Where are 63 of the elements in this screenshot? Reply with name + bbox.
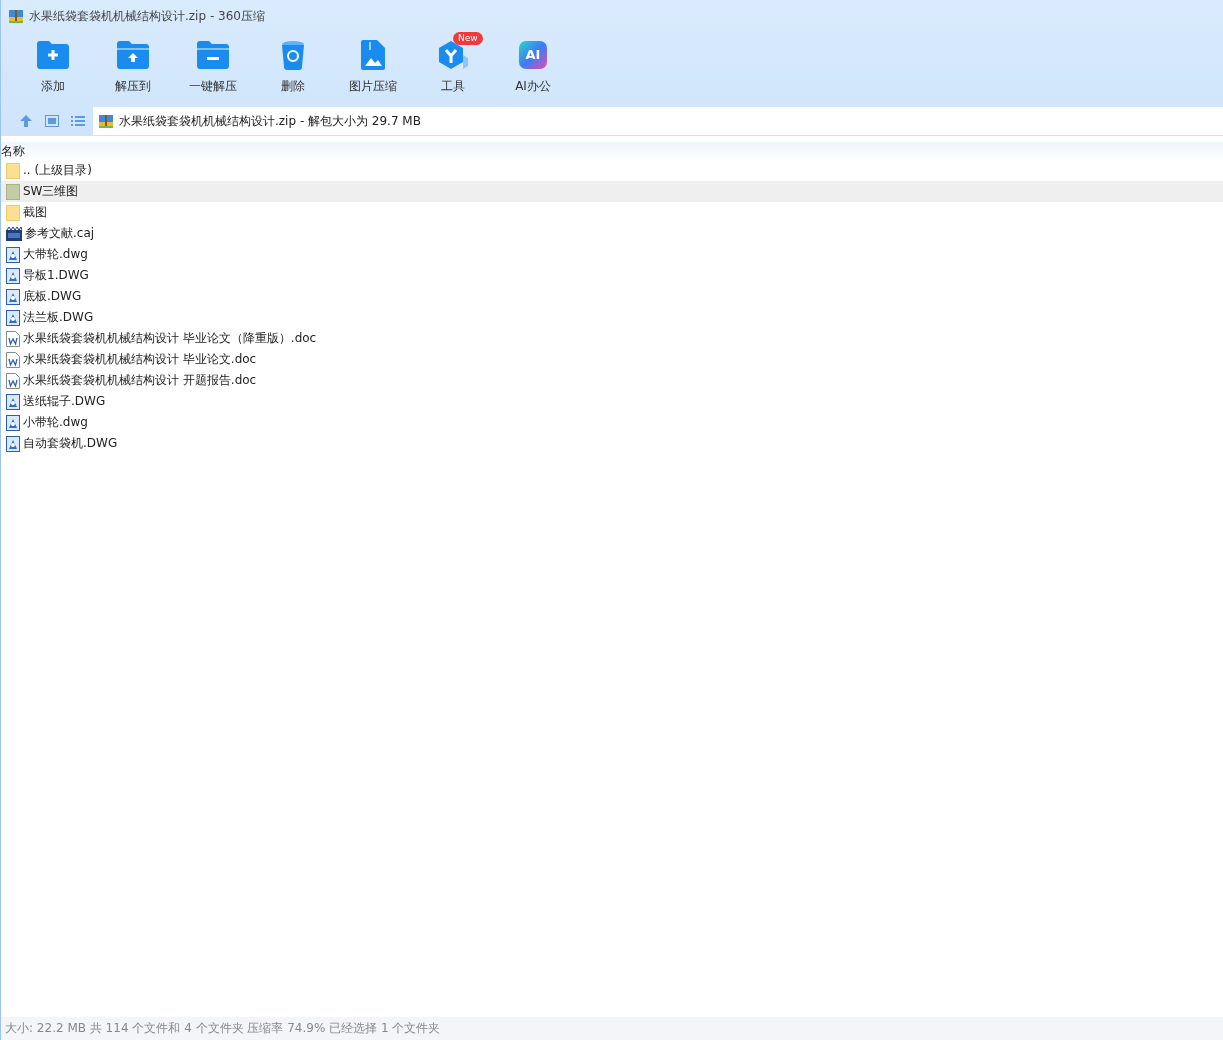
word-document-icon: [6, 372, 20, 389]
file-row[interactable]: 小带轮.dwg: [1, 412, 1223, 433]
file-name: 水果纸袋套袋机机械结构设计 开题报告.doc: [23, 372, 257, 389]
file-row[interactable]: 截图: [1, 202, 1223, 223]
file-row[interactable]: .. (上级目录): [1, 160, 1223, 181]
folder-icon: [6, 162, 20, 179]
drawing-file-icon: [6, 393, 20, 410]
folder-plus-icon: [37, 41, 69, 69]
folder-icon: [6, 183, 20, 200]
file-row[interactable]: 自动套袋机.DWG: [1, 433, 1223, 454]
file-row[interactable]: SW三维图: [1, 181, 1223, 202]
file-name: 大带轮.dwg: [23, 246, 88, 263]
toolbar-button[interactable]: 解压到: [93, 32, 173, 106]
drawing-file-icon: [6, 267, 20, 284]
drawing-file-icon: [6, 288, 20, 305]
drawing-file-icon: [6, 414, 20, 431]
drawing-file-icon: [6, 435, 20, 452]
file-name: 法兰板.DWG: [23, 309, 94, 326]
file-row[interactable]: 底板.DWG: [1, 286, 1223, 307]
file-name: 水果纸袋套袋机机械结构设计 毕业论文.doc: [23, 351, 257, 368]
file-name: 参考文献.caj: [25, 225, 95, 242]
column-header[interactable]: 名称: [1, 142, 25, 160]
recycle-bin-icon: [281, 40, 305, 70]
file-name: .. (上级目录): [23, 162, 92, 179]
file-name: 截图: [23, 204, 47, 221]
file-row[interactable]: 法兰板.DWG: [1, 307, 1223, 328]
file-row[interactable]: 参考文献.caj: [1, 223, 1223, 244]
toolbar-button[interactable]: New 工具: [413, 32, 493, 106]
toolbar-button[interactable]: 一键解压: [173, 32, 253, 106]
toolbar-button[interactable]: 删除: [253, 32, 333, 106]
file-name: 自动套袋机.DWG: [23, 435, 118, 452]
file-name: 小带轮.dwg: [23, 414, 88, 431]
file-row[interactable]: 水果纸袋套袋机机械结构设计 开题报告.doc: [1, 370, 1223, 391]
file-name: 底板.DWG: [23, 288, 82, 305]
file-row[interactable]: 水果纸袋套袋机机械结构设计 毕业论文.doc: [1, 349, 1223, 370]
drawing-file-icon: [6, 246, 20, 263]
folder-minus-icon: [197, 41, 229, 69]
file-name: SW三维图: [23, 183, 79, 200]
archive-icon: [8, 8, 24, 24]
word-document-icon: [6, 351, 20, 368]
status-bar: 大小: 22.2 MB 共 114 个文件和 4 个文件夹 压缩率 74.9% 已经选择 1 个文件夹: [1, 1017, 1223, 1040]
toolbar-button[interactable]: 添加: [13, 32, 93, 106]
drawing-file-icon: [6, 309, 20, 326]
file-row[interactable]: 水果纸袋套袋机机械结构设计 毕业论文（降重版）.doc: [1, 328, 1223, 349]
folder-icon: [6, 204, 20, 221]
file-row[interactable]: 导板1.DWG: [1, 265, 1223, 286]
caj-file-icon: [6, 225, 22, 242]
image-file-icon: [361, 40, 385, 70]
file-name: 水果纸袋套袋机机械结构设计 毕业论文（降重版）.doc: [23, 330, 317, 347]
cube-icon: [437, 39, 469, 71]
file-row[interactable]: 大带轮.dwg: [1, 244, 1223, 265]
toolbar-button[interactable]: 图片压缩: [333, 32, 413, 106]
ai-icon: AI: [519, 41, 547, 69]
address-field[interactable]: 水果纸袋套袋机机械结构设计.zip - 解包大小为 29.7 MB: [93, 107, 1223, 135]
file-name: 送纸辊子.DWG: [23, 393, 106, 410]
word-document-icon: [6, 330, 20, 347]
file-name: 导板1.DWG: [23, 267, 89, 284]
toolbar-button[interactable]: AI AI办公: [493, 32, 573, 106]
folder-upload-icon: [117, 41, 149, 69]
archive-icon: [98, 113, 114, 129]
window-title: 水果纸袋套袋机机械结构设计.zip - 360压缩: [29, 7, 265, 25]
file-row[interactable]: 送纸辊子.DWG: [1, 391, 1223, 412]
new-badge: New: [453, 32, 483, 45]
